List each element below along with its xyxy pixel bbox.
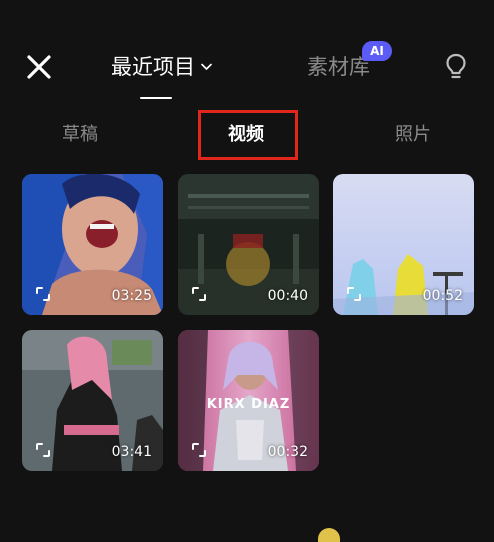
select-frame-icon[interactable] [35,286,51,302]
video-duration: 03:41 [111,444,152,460]
select-frame-icon[interactable] [35,442,51,458]
media-item[interactable]: 03:25 [22,174,163,315]
video-duration: 03:25 [111,288,152,304]
video-overlay-text: KIRX DIAZ [206,397,291,412]
media-item[interactable]: 03:41 [22,330,163,471]
media-grid: 03:25 00:40 00:52 03:41 KIRX DIAZ 00:32 [0,0,494,538]
select-frame-icon[interactable] [191,442,207,458]
video-duration: 00:40 [267,288,308,304]
media-item[interactable]: 00:52 [333,174,474,315]
select-frame-icon[interactable] [346,286,362,302]
select-frame-icon[interactable] [191,286,207,302]
media-item[interactable]: KIRX DIAZ 00:32 [178,330,319,471]
video-duration: 00:52 [422,288,463,304]
video-duration: 00:32 [267,444,308,460]
media-item[interactable]: 00:40 [178,174,319,315]
